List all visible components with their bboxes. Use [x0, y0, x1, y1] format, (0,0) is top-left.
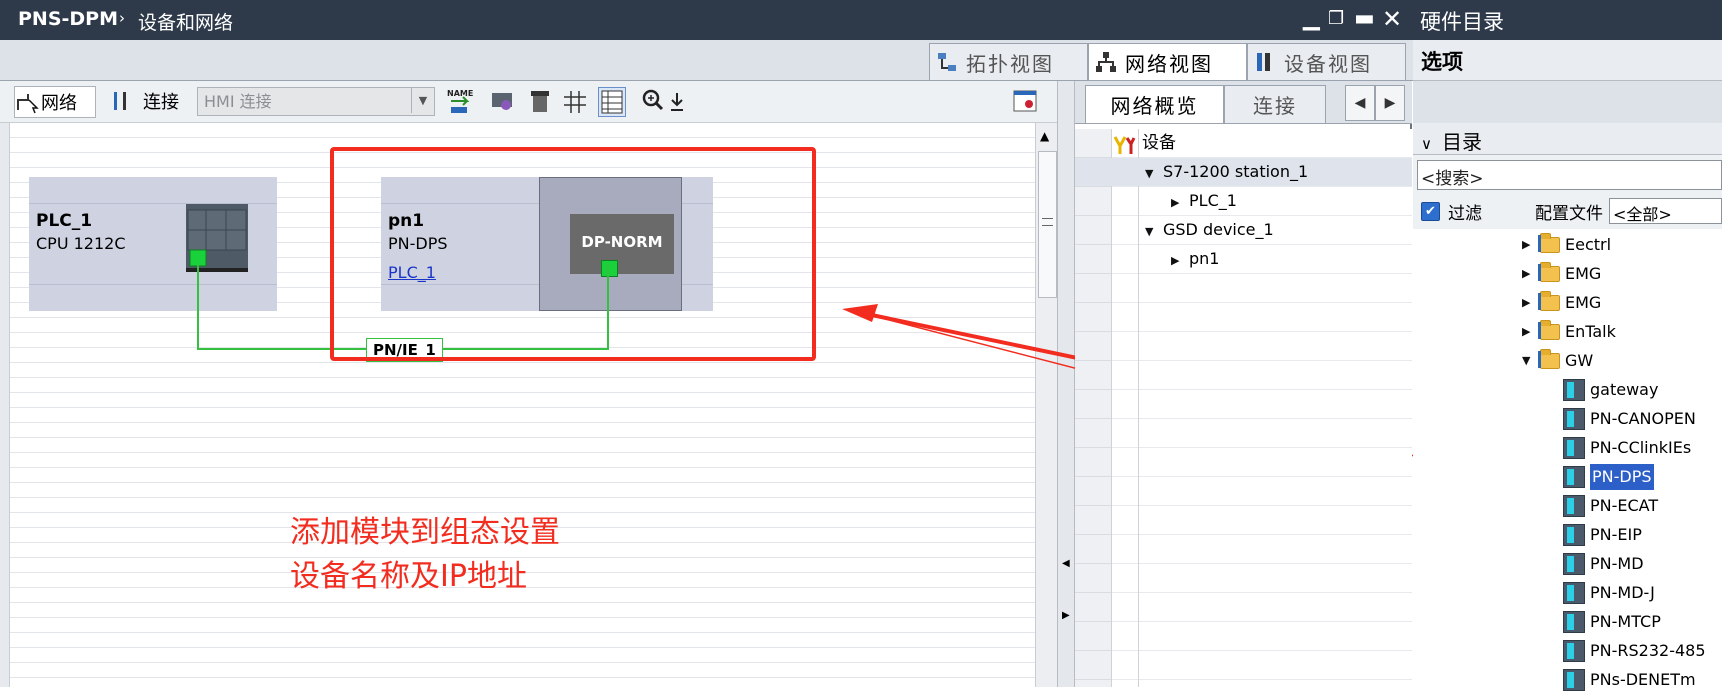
catalog-folder-emg-2[interactable]: ▶ EMG — [1522, 290, 1601, 316]
expand-down-icon[interactable]: ▼ — [1145, 160, 1163, 188]
module-icon — [1563, 379, 1585, 401]
overview-row-pn1[interactable]: ▶ pn1 — [1171, 245, 1219, 273]
catalog-folder-eectrl[interactable]: ▶ Eectrl — [1522, 232, 1611, 258]
catalog-folder-label: EMG — [1565, 264, 1602, 283]
folder-icon — [1538, 349, 1560, 369]
catalog-item-label: PN-CANOPEN — [1590, 409, 1696, 428]
overview-header-device: 设备 — [1142, 133, 1176, 153]
folder-icon — [1538, 291, 1560, 311]
module-icon — [1563, 669, 1585, 691]
module-icon — [1563, 495, 1585, 517]
module-icon — [1563, 408, 1585, 430]
catalog-directory-header[interactable]: ∨ 目录 — [1413, 123, 1722, 155]
catalog-item-pn-mtcp[interactable]: PN-MTCP — [1563, 609, 1661, 635]
module-icon — [1563, 611, 1585, 633]
expand-right-icon[interactable]: ▶ — [1171, 247, 1189, 275]
catalog-item-label: PN-ECAT — [1590, 496, 1659, 515]
catalog-item-pn-md[interactable]: PN-MD — [1563, 551, 1644, 577]
module-icon — [1563, 466, 1585, 488]
catalog-options[interactable]: 选项 — [1413, 40, 1722, 81]
network-overview-panel: 网络概览 连接 ◀ ▶ 设备 ▼ S7-1200 station_1 ▶ PLC_1… — [1075, 81, 1412, 687]
catalog-directory-label: 目录 — [1441, 130, 1482, 154]
catalog-item-label-selected: PN-DPS — [1589, 463, 1655, 491]
overview-row-station-label: S7-1200 station_1 — [1163, 162, 1309, 181]
module-icon — [1563, 640, 1585, 662]
catalog-folder-label: EMG — [1565, 293, 1602, 312]
checkbox-checked-icon[interactable]: ✔ — [1421, 202, 1440, 221]
tab-scroll-right-icon[interactable]: ▶ — [1375, 85, 1405, 121]
catalog-item-pn-canopen[interactable]: PN-CANOPEN — [1563, 406, 1696, 432]
catalog-item-pn-rs232-485[interactable]: PN-RS232-485 — [1563, 638, 1706, 664]
folder-icon — [1538, 320, 1560, 340]
catalog-item-label: PN-CClinkIEs — [1590, 438, 1692, 457]
catalog-folder-label: GW — [1565, 351, 1594, 370]
expand-right-icon[interactable]: ▶ — [1171, 189, 1189, 217]
catalog-item-label: PN-MTCP — [1590, 612, 1661, 631]
hardware-catalog-panel: 硬件目录 选项 ∨ 目录 <搜索> ✔ 过滤 配置文件 <全部> ▶ Eectrl … — [1413, 0, 1722, 691]
catalog-item-label: PN-RS232-485 — [1590, 641, 1706, 660]
catalog-item-pns-denetm[interactable]: PNs-DENETm — [1563, 667, 1696, 693]
catalog-profile-select[interactable]: <全部> — [1609, 198, 1722, 224]
overview-row-station[interactable]: ▼ S7-1200 station_1 — [1145, 158, 1308, 186]
overview-row-plc-label: PLC_1 — [1189, 191, 1237, 210]
catalog-item-label: PN-MD — [1590, 554, 1644, 573]
overview-row-gsd-label: GSD device_1 — [1163, 220, 1274, 239]
tab-network-overview[interactable]: 网络概览 — [1085, 85, 1224, 123]
catalog-folder-label: EnTalk — [1565, 322, 1616, 341]
catalog-tree: ▶ Eectrl ▶ EMG ▶ EMG ▶ EnTalk ▼ GW gateway PN… — [1413, 229, 1722, 691]
tab-connections[interactable]: 连接 — [1224, 85, 1326, 123]
overview-row-pn1-label: pn1 — [1189, 249, 1220, 268]
module-icon — [1563, 553, 1585, 575]
catalog-folder-entalk[interactable]: ▶ EnTalk — [1522, 319, 1616, 345]
expand-down-icon[interactable]: ▼ — [1145, 218, 1163, 246]
catalog-search-input[interactable]: <搜索> — [1417, 160, 1722, 190]
catalog-folder-label: Eectrl — [1565, 235, 1612, 254]
tab-scroll-left-icon[interactable]: ◀ — [1345, 85, 1375, 121]
module-icon — [1563, 582, 1585, 604]
catalog-profile-label: 配置文件 — [1535, 204, 1603, 224]
module-icon — [1563, 437, 1585, 459]
catalog-item-pn-cclinkies[interactable]: PN-CClinkIEs — [1563, 435, 1691, 461]
catalog-folder-gw[interactable]: ▼ GW — [1522, 348, 1593, 374]
catalog-options-area — [1413, 81, 1722, 124]
catalog-item-pn-ecat[interactable]: PN-ECAT — [1563, 493, 1658, 519]
catalog-item-pn-dps[interactable]: PN-DPS — [1563, 463, 1655, 491]
device-filter-icon[interactable] — [1112, 134, 1136, 156]
catalog-filter-checkbox[interactable]: ✔ 过滤 — [1421, 199, 1482, 224]
catalog-item-pn-md-j[interactable]: PN-MD-J — [1563, 580, 1655, 606]
catalog-folder-emg[interactable]: ▶ EMG — [1522, 261, 1601, 287]
catalog-item-label: PN-MD-J — [1590, 583, 1655, 602]
overview-row-plc[interactable]: ▶ PLC_1 — [1171, 187, 1237, 215]
catalog-item-gateway[interactable]: gateway — [1563, 377, 1658, 403]
catalog-item-pn-eip[interactable]: PN-EIP — [1563, 522, 1642, 548]
chevron-down-icon[interactable]: ∨ — [1421, 135, 1432, 153]
catalog-title: 硬件目录 — [1413, 0, 1722, 40]
overview-row-gsd[interactable]: ▼ GSD device_1 — [1145, 216, 1274, 244]
catalog-filter-label: 过滤 — [1448, 204, 1482, 224]
overview-tabs: 网络概览 连接 ◀ ▶ — [1075, 81, 1412, 124]
module-icon — [1563, 524, 1585, 546]
catalog-item-label: gateway — [1590, 380, 1659, 399]
catalog-item-label: PNs-DENETm — [1590, 670, 1696, 689]
folder-icon — [1538, 233, 1560, 253]
catalog-item-label: PN-EIP — [1590, 525, 1642, 544]
folder-icon — [1538, 262, 1560, 282]
overview-table: 设备 ▼ S7-1200 station_1 ▶ PLC_1 ▼ GSD device… — [1075, 129, 1412, 687]
